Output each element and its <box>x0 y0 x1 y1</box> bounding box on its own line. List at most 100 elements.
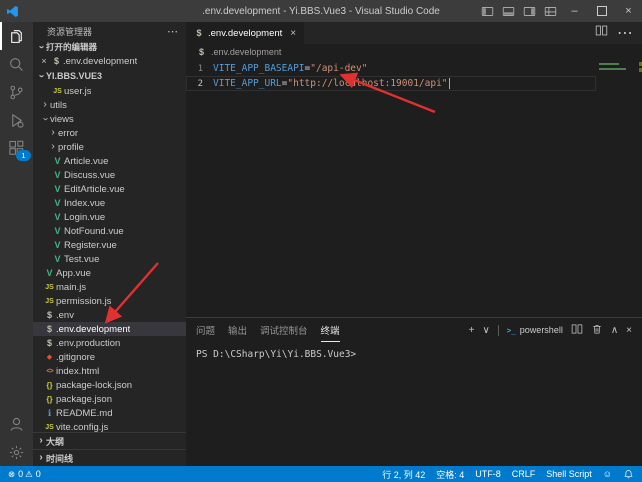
outline-section-header[interactable]: › 大纲 <box>33 432 186 449</box>
activity-source-control-button[interactable] <box>0 78 33 106</box>
breadcrumb[interactable]: $ .env.development <box>186 44 642 60</box>
eol-status[interactable]: CRLF <box>512 469 536 479</box>
tree-item-permission.js[interactable]: JSpermission.js <box>33 294 186 308</box>
activity-run-debug-button[interactable] <box>0 106 33 134</box>
tab-env-development[interactable]: $ .env.development × <box>186 22 304 44</box>
terminal-prompt: PS D:\CSharp\Yi\Yi.BBS.Vue3> <box>196 349 356 360</box>
customize-layout-icon[interactable] <box>540 0 561 22</box>
open-editors-header[interactable]: › 打开的编辑器 <box>33 40 186 54</box>
toggle-panel-icon[interactable] <box>498 0 519 22</box>
tree-item-Register.vue[interactable]: VRegister.vue <box>33 238 186 252</box>
activity-extensions-button[interactable]: 1 <box>0 134 33 162</box>
tree-item-Index.vue[interactable]: VIndex.vue <box>33 196 186 210</box>
tree-item-vite.config.js[interactable]: JSvite.config.js <box>33 420 186 432</box>
activity-bar-spacer <box>0 162 33 410</box>
activity-search-button[interactable] <box>0 50 33 78</box>
code-editor[interactable]: 1VITE_APP_BASEAPI="/api-dev"2VITE_APP_UR… <box>186 60 642 317</box>
panel-tabs: 问题输出调试控制台终端 <box>196 318 340 342</box>
file-name: user.js <box>64 86 91 97</box>
activity-explorer-button[interactable] <box>0 22 33 50</box>
extensions-badge: 1 <box>16 150 31 161</box>
tree-item-views[interactable]: ›views <box>33 112 186 126</box>
tree-item-Test.vue[interactable]: VTest.vue <box>33 252 186 266</box>
file-name: permission.js <box>56 296 111 307</box>
language-mode-status[interactable]: Shell Script <box>546 469 592 479</box>
split-editor-icon[interactable] <box>595 24 608 42</box>
tab-label: .env.development <box>208 28 282 39</box>
maximize-panel-icon[interactable]: ∧ <box>611 325 618 336</box>
close-panel-icon[interactable]: × <box>626 325 632 336</box>
tree-item-App.vue[interactable]: VApp.vue <box>33 266 186 280</box>
vue-file-icon: V <box>51 212 64 222</box>
tab-close-icon[interactable]: × <box>290 28 296 39</box>
toggle-secondary-sidebar-icon[interactable] <box>519 0 540 22</box>
close-icon[interactable]: × <box>38 56 50 66</box>
tree-item-main.js[interactable]: JSmain.js <box>33 280 186 294</box>
tree-item-package.json[interactable]: {}package.json <box>33 392 186 406</box>
indentation-status[interactable]: 空格: 4 <box>436 468 464 481</box>
close-button[interactable]: × <box>615 0 642 22</box>
tree-item-Discuss.vue[interactable]: VDiscuss.vue <box>33 168 186 182</box>
tree-item-.env[interactable]: $.env <box>33 308 186 322</box>
new-terminal-icon[interactable]: + <box>469 325 475 336</box>
timeline-label: 时间线 <box>46 452 73 465</box>
panel-tab-debug-console[interactable]: 调试控制台 <box>260 318 308 342</box>
tree-item-user.js[interactable]: JSuser.js <box>33 84 186 98</box>
panel-tab-problems[interactable]: 问题 <box>196 318 215 342</box>
env-file-icon: $ <box>43 324 56 334</box>
tree-item-NotFound.vue[interactable]: VNotFound.vue <box>33 224 186 238</box>
tree-item-.gitignore[interactable]: ◆.gitignore <box>33 350 186 364</box>
tree-item-Article.vue[interactable]: VArticle.vue <box>33 154 186 168</box>
bell-icon[interactable] <box>623 469 634 480</box>
problems-status[interactable]: ⊗ 0 ⚠ 0 <box>8 469 41 480</box>
file-name: Discuss.vue <box>64 170 115 181</box>
sidebar-bottom-sections: › 大纲 › 时间线 <box>33 432 186 466</box>
maximize-button[interactable] <box>588 0 615 22</box>
encoding-status[interactable]: UTF-8 <box>475 469 501 479</box>
tree-item-.env.production[interactable]: $.env.production <box>33 336 186 350</box>
terminal-dropdown-icon[interactable]: ∨ <box>482 325 489 336</box>
timeline-section-header[interactable]: › 时间线 <box>33 449 186 466</box>
code-lines: 1VITE_APP_BASEAPI="/api-dev"2VITE_APP_UR… <box>186 60 596 91</box>
js-file-icon: JS <box>43 298 56 305</box>
open-editors-label: 打开的编辑器 <box>46 41 97 53</box>
code-line-1[interactable]: 1VITE_APP_BASEAPI="/api-dev" <box>186 61 596 76</box>
minimap[interactable] <box>596 60 642 317</box>
tree-item-Login.vue[interactable]: VLogin.vue <box>33 210 186 224</box>
tree-item-.env.development[interactable]: $.env.development <box>33 322 186 336</box>
panel-tab-output[interactable]: 输出 <box>228 318 247 342</box>
shell-selector[interactable]: >_ powershell <box>507 325 563 335</box>
minimize-button[interactable]: – <box>561 0 588 22</box>
tree-item-profile[interactable]: ›profile <box>33 140 186 154</box>
readme-file-icon: ℹ <box>43 408 56 419</box>
feedback-icon[interactable]: ☺ <box>603 469 612 479</box>
project-section-header[interactable]: › YI.BBS.VUE3 <box>33 68 186 84</box>
env-file-icon: $ <box>43 310 56 320</box>
panel-header: 问题输出调试控制台终端 + ∨ >_ powershell <box>186 318 642 342</box>
tree-item-package-lock.json[interactable]: {}package-lock.json <box>33 378 186 392</box>
open-editor-item[interactable]: × $ .env.development <box>33 54 186 68</box>
terminal-actions: + ∨ >_ powershell ∧ <box>469 323 632 338</box>
panel-tab-terminal[interactable]: 终端 <box>321 318 340 342</box>
cursor-position-status[interactable]: 行 2, 列 42 <box>382 468 425 481</box>
tree-item-EditArticle.vue[interactable]: VEditArticle.vue <box>33 182 186 196</box>
activity-accounts-button[interactable] <box>0 410 33 438</box>
tree-item-README.md[interactable]: ℹREADME.md <box>33 406 186 420</box>
vscode-window: .env.development - Yi.BBS.Vue3 - Visual … <box>0 0 642 482</box>
file-name: views <box>50 114 74 125</box>
explorer-more-actions-icon[interactable]: ⋯ <box>167 25 178 38</box>
account-icon <box>8 416 25 433</box>
tree-item-error[interactable]: ›error <box>33 126 186 140</box>
terminal[interactable]: PS D:\CSharp\Yi\Yi.BBS.Vue3> <box>186 342 642 466</box>
json-file-icon: {} <box>43 381 56 390</box>
code-line-2[interactable]: 2VITE_APP_URL="http://localhost:19001/ap… <box>186 76 596 91</box>
kill-terminal-icon[interactable] <box>591 323 603 338</box>
activity-settings-button[interactable] <box>0 438 33 466</box>
tree-item-index.html[interactable]: <>index.html <box>33 364 186 378</box>
file-name: .env <box>56 310 74 321</box>
split-terminal-icon[interactable] <box>571 323 583 338</box>
tree-item-utils[interactable]: ›utils <box>33 98 186 112</box>
editor-more-actions-icon[interactable]: ⋯ <box>617 23 633 43</box>
toggle-sidebar-icon[interactable] <box>477 0 498 22</box>
chevron-right-icon: › <box>36 453 46 463</box>
